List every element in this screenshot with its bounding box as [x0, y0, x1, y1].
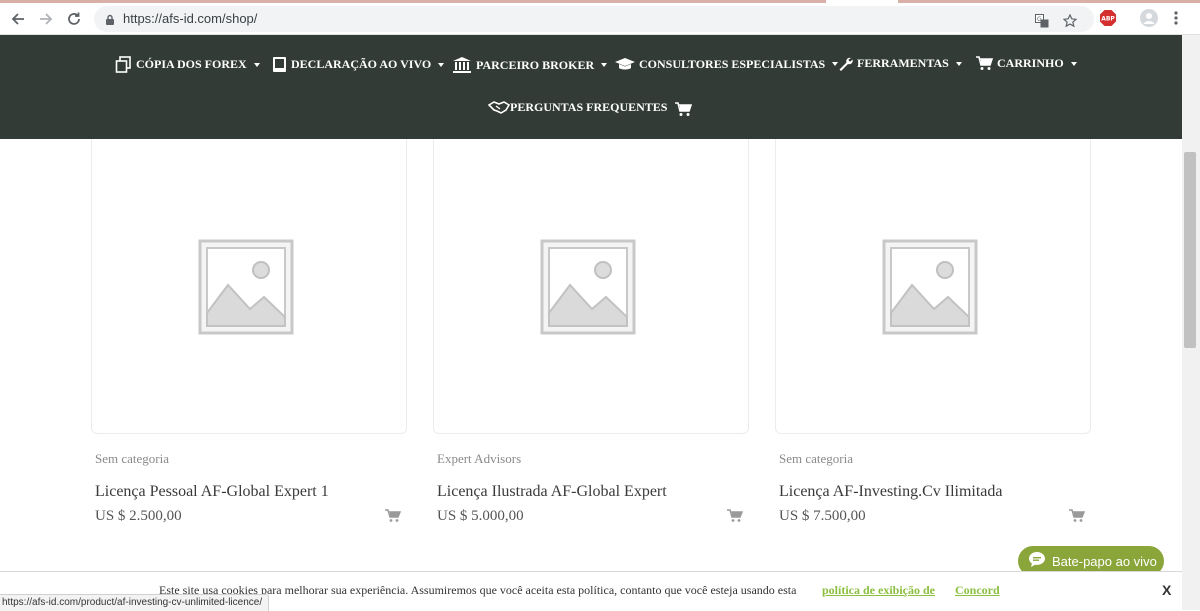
add-to-cart-icon[interactable] [1069, 509, 1086, 528]
image-placeholder-icon [198, 239, 294, 335]
bank-icon [452, 56, 472, 74]
forward-icon[interactable] [36, 9, 56, 29]
handshake-icon [488, 99, 510, 115]
nav-item-expert-advisors[interactable]: CONSULTORES ESPECIALISTAS [615, 56, 839, 72]
address-bar[interactable]: https://afs-id.com/shop/ G [94, 6, 1094, 32]
nav-item-label: DECLARAÇÃO AO VIVO [291, 57, 432, 71]
cart-icon [675, 102, 692, 117]
star-icon[interactable] [1062, 13, 1078, 33]
product-card[interactable]: Sem categoria Licença AF-Investing.Cv Il… [775, 139, 1091, 539]
product-category[interactable]: Sem categoria [779, 451, 853, 467]
cookie-accept-link[interactable]: Concord [955, 583, 1000, 598]
chevron-down-icon [253, 62, 260, 67]
nav-item-label: CONSULTORES ESPECIALISTAS [639, 56, 826, 71]
svg-text:G: G [1037, 16, 1042, 23]
menu-icon[interactable] [1173, 9, 1179, 32]
url-text: https://afs-id.com/shop/ [123, 11, 258, 26]
header-cart-button[interactable] [675, 102, 692, 117]
product-title[interactable]: Licença Ilustrada AF-Global Expert [437, 483, 667, 501]
copy-icon [115, 56, 132, 73]
product-image[interactable] [433, 139, 749, 434]
product-card[interactable]: Sem categoria Licença Pessoal AF-Global … [91, 139, 407, 539]
nav-item-cart[interactable]: CARRINHO [976, 56, 1077, 71]
chevron-down-icon [601, 63, 608, 67]
add-to-cart-icon[interactable] [727, 509, 744, 528]
chevron-down-icon [955, 61, 962, 66]
chat-bubble-icon [1028, 551, 1046, 571]
live-chat-label: Bate-papo ao vivo [1052, 553, 1157, 569]
cart-icon [976, 56, 993, 71]
nav-item-broker-partner[interactable]: PARCEIRO BROKER [452, 56, 608, 74]
adblock-icon[interactable]: ABP [1099, 9, 1117, 32]
product-title[interactable]: Licença Pessoal AF-Global Expert 1 [95, 483, 329, 501]
cookie-close-button[interactable]: X [1162, 582, 1171, 598]
product-price: US $ 5.000,00 [437, 508, 524, 524]
product-category[interactable]: Sem categoria [95, 451, 169, 467]
product-price: US $ 2.500,00 [95, 508, 182, 524]
wrench-icon [838, 56, 853, 71]
nav-item-label: PERGUNTAS FREQUENTES [510, 99, 668, 114]
nav-item-faq[interactable]: PERGUNTAS FREQUENTES [488, 99, 667, 115]
image-placeholder-icon [882, 239, 978, 335]
graduation-cap-icon [615, 56, 635, 72]
book-icon [272, 56, 287, 73]
translate-icon[interactable]: G [1035, 14, 1049, 33]
product-category[interactable]: Expert Advisors [437, 451, 521, 467]
add-to-cart-icon[interactable] [385, 509, 402, 528]
nav-item-label: CARRINHO [997, 56, 1064, 70]
product-title[interactable]: Licença AF-Investing.Cv Ilimitada [779, 483, 1003, 501]
nav-item-label: FERRAMENTAS [857, 56, 949, 70]
chevron-down-icon [1070, 61, 1077, 66]
scrollbar-thumb[interactable] [1184, 152, 1196, 348]
image-placeholder-icon [540, 239, 636, 335]
page-scrollbar[interactable] [1182, 35, 1200, 610]
nav-item-label: PARCEIRO BROKER [476, 57, 595, 72]
profile-icon[interactable] [1140, 9, 1158, 32]
nav-item-live-statement[interactable]: DECLARAÇÃO AO VIVO [272, 56, 445, 73]
reload-icon[interactable] [64, 9, 84, 29]
product-card[interactable]: Expert Advisors Licença Ilustrada AF-Glo… [433, 139, 749, 539]
main-navigation: CÓPIA DOS FOREX DECLARAÇÃO AO VIVO PARCE… [0, 35, 1182, 139]
cookie-policy-link[interactable]: política de exibição de [822, 583, 935, 598]
chevron-down-icon [438, 62, 445, 67]
nav-item-label: CÓPIA DOS FOREX [136, 57, 247, 71]
link-status-bubble: https://afs-id.com/product/af-investing-… [0, 594, 270, 611]
browser-toolbar: https://afs-id.com/shop/ G ABP [0, 3, 1200, 35]
lock-icon [105, 13, 115, 31]
product-image[interactable] [91, 139, 407, 434]
product-image[interactable] [775, 139, 1091, 434]
back-icon[interactable] [8, 9, 28, 29]
nav-item-tools[interactable]: FERRAMENTAS [838, 56, 962, 71]
adblock-label: ABP [1101, 16, 1115, 23]
product-price: US $ 7.500,00 [779, 508, 866, 524]
nav-item-forex-copy[interactable]: CÓPIA DOS FOREX [115, 56, 260, 73]
